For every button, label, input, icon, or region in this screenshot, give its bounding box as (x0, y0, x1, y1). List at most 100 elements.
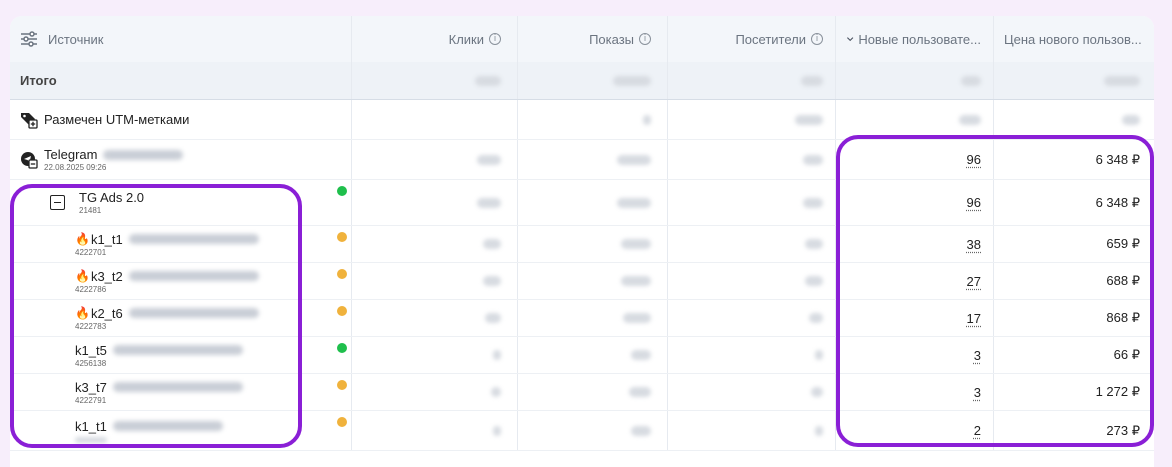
row-id: 4222701 (75, 247, 107, 257)
blurred-value (491, 387, 501, 397)
blurred-value (631, 350, 651, 360)
price-value: 688 ₽ (1106, 273, 1140, 288)
chevron-down-icon[interactable] (846, 33, 854, 45)
header-new-user-price-label: Цена нового пользов... (1004, 31, 1142, 47)
blurred-value (805, 239, 823, 249)
row-name: k3_t2 (90, 268, 123, 284)
table-row[interactable]: 🔥 k2_t6 4222783 17 868 ₽ (10, 300, 1154, 337)
blurred-text (128, 271, 259, 281)
price-value: 659 ₽ (1106, 236, 1140, 251)
status-dot (337, 269, 347, 279)
price-value: 868 ₽ (1106, 310, 1140, 325)
blurred-value (621, 239, 651, 249)
table-row[interactable]: TG Ads 2.0 21481 96 6 348 ₽ (10, 180, 1154, 226)
telegram-minus-icon (21, 151, 38, 169)
blurred-value (803, 197, 823, 208)
header-impressions-label: Показы (589, 31, 634, 47)
row-name: Размечен UTM-метками (44, 112, 190, 127)
blurred-value (815, 350, 823, 360)
fire-icon: 🔥 (75, 232, 90, 246)
blurred-value (493, 425, 501, 436)
blurred-value (623, 313, 651, 323)
price-value: 6 348 ₽ (1095, 151, 1140, 167)
status-dot (337, 380, 347, 390)
blurred-value (961, 75, 981, 86)
blurred-text (112, 345, 243, 355)
row-id: 4256138 (75, 358, 107, 368)
table-row[interactable]: 🔥 k1_t1 4222701 38 659 ₽ (10, 226, 1154, 263)
table-row[interactable]: 🔥 k3_t2 4222786 27 688 ₽ (10, 263, 1154, 300)
row-id: 4222791 (75, 395, 107, 405)
minus-square-icon[interactable] (50, 195, 65, 210)
header-new-users-label: Новые пользовате... (858, 31, 981, 47)
header-visitors-label: Посетители (735, 31, 806, 47)
row-name: Telegram (44, 147, 98, 162)
report-table: Источник Клики i Показы i Посетители i Н… (10, 16, 1154, 467)
filter-sliders-icon[interactable] (20, 31, 38, 47)
blurred-value (795, 114, 823, 125)
new-users-value[interactable]: 96 (967, 195, 981, 210)
blurred-value (809, 313, 823, 323)
new-users-value[interactable]: 38 (967, 237, 981, 252)
info-icon[interactable]: i (489, 33, 501, 45)
blurred-value (811, 387, 823, 397)
blurred-value (477, 154, 501, 165)
blurred-text (112, 421, 223, 431)
table-row[interactable]: Размечен UTM-метками (10, 100, 1154, 140)
blurred-value (629, 387, 651, 397)
blurred-value (621, 276, 651, 286)
blurred-value (643, 114, 651, 125)
table-header: Источник Клики i Показы i Посетители i Н… (10, 16, 1154, 62)
info-icon[interactable]: i (639, 33, 651, 45)
fire-icon: 🔥 (75, 306, 90, 320)
row-id: 4222786 (75, 284, 107, 294)
blurred-text (128, 308, 259, 318)
new-users-value[interactable]: 3 (974, 385, 981, 400)
price-value: 273 ₽ (1106, 422, 1140, 438)
new-users-value[interactable]: 27 (967, 274, 981, 289)
new-users-value[interactable]: 2 (974, 423, 981, 438)
header-impressions[interactable]: Показы i (518, 16, 668, 62)
blurred-text (128, 234, 259, 244)
blurred-value (959, 114, 981, 125)
blurred-text (112, 382, 243, 392)
blurred-value (613, 75, 651, 86)
status-dot (337, 306, 347, 316)
blurred-value (1122, 114, 1140, 125)
blurred-value (475, 75, 501, 86)
blurred-value (803, 154, 823, 165)
blurred-value (483, 276, 501, 286)
blurred-text (75, 436, 107, 443)
price-value: 66 ₽ (1113, 347, 1140, 362)
header-source[interactable]: Источник (10, 16, 352, 62)
fire-icon: 🔥 (75, 269, 90, 283)
table-row[interactable]: k1_t1 2 273 ₽ (10, 411, 1154, 451)
header-clicks[interactable]: Клики i (352, 16, 518, 62)
table-row[interactable]: k3_t7 4222791 3 1 272 ₽ (10, 374, 1154, 411)
status-dot (337, 417, 347, 427)
table-row[interactable]: k1_t5 4256138 3 66 ₽ (10, 337, 1154, 374)
header-new-users[interactable]: Новые пользовате... (836, 16, 994, 62)
row-id: 4222783 (75, 321, 107, 331)
blurred-value (493, 350, 501, 360)
blurred-value (617, 154, 651, 165)
new-users-value[interactable]: 96 (967, 152, 981, 167)
row-date: 22.08.2025 09:26 (44, 163, 107, 172)
status-dot (337, 343, 347, 353)
row-name: k1_t1 (90, 231, 123, 247)
table-row[interactable]: Telegram 22.08.2025 09:26 96 6 348 ₽ (10, 140, 1154, 180)
blurred-value (805, 276, 823, 286)
header-visitors[interactable]: Посетители i (668, 16, 836, 62)
blurred-value (1104, 75, 1140, 86)
new-users-value[interactable]: 3 (974, 348, 981, 363)
header-new-user-price[interactable]: Цена нового пользов... (994, 16, 1154, 62)
row-name: k3_t7 (75, 379, 107, 395)
blurred-value (483, 239, 501, 249)
blurred-value (801, 75, 823, 86)
header-clicks-label: Клики (448, 31, 484, 47)
row-name: k1_t1 (75, 418, 107, 434)
new-users-value[interactable]: 17 (967, 311, 981, 326)
info-icon[interactable]: i (811, 33, 823, 45)
tag-plus-icon (21, 112, 38, 129)
row-name: k2_t6 (90, 305, 123, 321)
